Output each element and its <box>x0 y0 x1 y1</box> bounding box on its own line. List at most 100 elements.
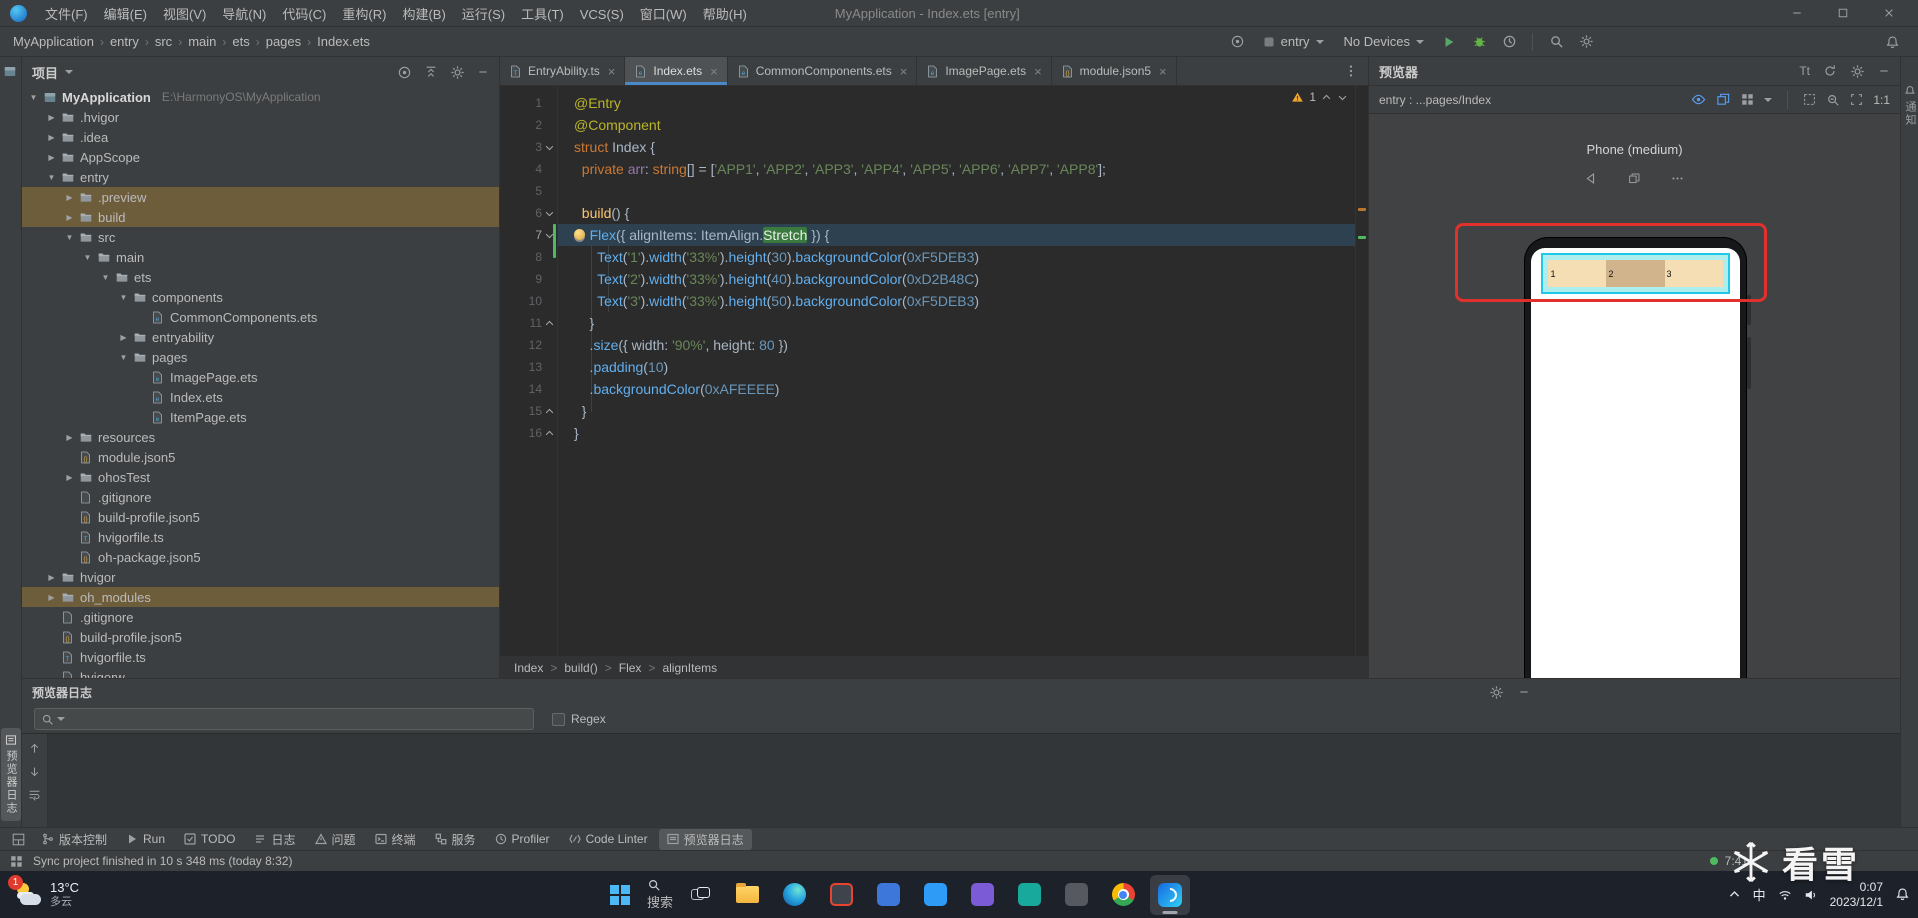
code-line-13[interactable]: .padding(10) <box>558 356 1368 378</box>
tree-expand-arrow[interactable]: ▼ <box>100 273 111 282</box>
taskbar-app-explorer[interactable] <box>727 875 767 915</box>
code-editor[interactable]: 1 2 3 4 5 6 7 8 9 10 11 12 13 14 15 16 @Entry @Component… <box>500 86 1368 656</box>
breadcrumb-item[interactable]: src <box>152 32 175 51</box>
code-line-16[interactable]: } <box>558 422 1368 444</box>
code-line-9[interactable]: Text('2').width('33%').height(40).backgr… <box>558 268 1368 290</box>
warning-stripe-mark[interactable] <box>1358 208 1366 211</box>
menu-item-6[interactable]: 构建(B) <box>394 3 453 26</box>
multi-device-icon[interactable] <box>1628 172 1641 185</box>
tree-item-module.json5[interactable]: {} module.json5 <box>22 447 499 467</box>
line-number[interactable]: 10 <box>514 294 542 308</box>
zoom-out-icon[interactable] <box>1826 93 1840 107</box>
menu-item-0[interactable]: 文件(F) <box>37 3 96 26</box>
tree-item-.gitignore[interactable]: .gitignore <box>22 487 499 507</box>
tree-item-ohosTest[interactable]: ▶ ohosTest <box>22 467 499 487</box>
toolwindow-button-TODO[interactable]: TODO <box>176 830 243 848</box>
menu-item-3[interactable]: 导航(N) <box>214 3 274 26</box>
code-line-10[interactable]: Text('3').width('33%').height(50).backgr… <box>558 290 1368 312</box>
line-number[interactable]: 16 <box>514 426 542 440</box>
log-search-input[interactable] <box>68 712 527 726</box>
scroll-down-icon[interactable] <box>28 765 41 778</box>
tab-options-icon[interactable] <box>1334 57 1368 85</box>
tree-expand-arrow[interactable]: ▼ <box>28 93 39 102</box>
tree-item-ImagePage.ets[interactable]: e ImagePage.ets <box>22 367 499 387</box>
notifications-icon[interactable] <box>1880 30 1904 54</box>
menu-item-9[interactable]: VCS(S) <box>572 3 632 26</box>
locate-file-icon[interactable] <box>397 65 412 80</box>
tree-expand-arrow[interactable]: ▶ <box>46 573 57 582</box>
close-button[interactable] <box>1866 0 1912 26</box>
taskbar-app-vscode[interactable] <box>915 875 955 915</box>
editor-tab-CommonComponents.ets[interactable]: e CommonComponents.ets × <box>728 57 918 85</box>
tree-expand-arrow[interactable]: ▼ <box>64 233 75 242</box>
line-number[interactable]: 9 <box>514 272 542 286</box>
taskbar-app-deveco[interactable] <box>1150 874 1191 915</box>
tree-item-main[interactable]: ▼ main <box>22 247 499 267</box>
code-line-7[interactable]: Flex({ alignItems: ItemAlign.Stretch }) … <box>558 224 1368 246</box>
taskbar-app-taskview[interactable] <box>680 875 720 915</box>
tree-item-oh_modules[interactable]: ▶ oh_modules <box>22 587 499 607</box>
taskbar-app-app3[interactable] <box>962 875 1002 915</box>
tab-close-icon[interactable]: × <box>1034 64 1042 79</box>
fold-marker-icon[interactable] <box>543 208 555 219</box>
tree-item-entryability[interactable]: ▶ entryability <box>22 327 499 347</box>
tree-item-resources[interactable]: ▶ resources <box>22 427 499 447</box>
line-number[interactable]: 7 <box>514 228 542 242</box>
tab-close-icon[interactable]: × <box>710 64 718 79</box>
change-stripe-mark[interactable] <box>1358 236 1366 239</box>
menu-item-8[interactable]: 工具(T) <box>513 3 572 26</box>
menu-item-5[interactable]: 重构(R) <box>334 3 394 26</box>
ime-indicator[interactable]: 中 <box>1753 885 1766 904</box>
fold-marker-icon[interactable] <box>543 406 555 417</box>
settings-icon[interactable] <box>1574 30 1598 54</box>
editor-breadcrumb-item[interactable]: alignItems <box>662 661 717 675</box>
log-output-area[interactable] <box>22 733 1900 827</box>
more-options-icon[interactable] <box>1671 172 1684 185</box>
line-number[interactable]: 8 <box>514 250 542 264</box>
code-line-4[interactable]: private arr: string[] = ['APP1', 'APP2',… <box>558 158 1368 180</box>
editor-breadcrumb-item[interactable]: build() <box>564 661 597 675</box>
tree-item-CommonComponents.ets[interactable]: e CommonComponents.ets <box>22 307 499 327</box>
taskbar-app-app1[interactable] <box>821 875 861 915</box>
line-number[interactable]: 2 <box>514 118 542 132</box>
prev-issue-icon[interactable] <box>1321 92 1332 103</box>
breadcrumb-item[interactable]: Index.ets <box>314 32 373 51</box>
soft-wrap-icon[interactable] <box>28 788 41 801</box>
code-line-15[interactable]: } <box>558 400 1368 422</box>
tab-close-icon[interactable]: × <box>608 64 616 79</box>
breadcrumb-item[interactable]: main <box>185 32 219 51</box>
code-line-11[interactable]: } <box>558 312 1368 334</box>
menu-item-11[interactable]: 帮助(H) <box>695 3 755 26</box>
minimize-button[interactable] <box>1774 0 1820 26</box>
module-selector[interactable]: entry <box>1256 32 1331 51</box>
toolwindow-switcher-icon[interactable] <box>6 833 31 846</box>
editor-breadcrumb-item[interactable]: Index <box>514 661 543 675</box>
breadcrumb-item[interactable]: MyApplication <box>10 32 97 51</box>
line-number[interactable]: 15 <box>514 404 542 418</box>
breadcrumb-item[interactable]: ets <box>229 32 252 51</box>
editor-tab-ImagePage.ets[interactable]: e ImagePage.ets × <box>917 57 1052 85</box>
status-grid-icon[interactable] <box>10 855 23 868</box>
zoom-level[interactable]: 1:1 <box>1873 93 1890 107</box>
editor-breadcrumb-item[interactable]: Flex <box>619 661 642 675</box>
tree-expand-arrow[interactable]: ▶ <box>46 593 57 602</box>
tree-expand-arrow[interactable]: ▶ <box>64 213 75 222</box>
tree-item-oh-package.json5[interactable]: {} oh-package.json5 <box>22 547 499 567</box>
maximize-button[interactable] <box>1820 0 1866 26</box>
menu-item-10[interactable]: 窗口(W) <box>632 3 695 26</box>
tree-item-hvigorfile.ts[interactable]: Thvigorfile.ts <box>22 647 499 667</box>
hide-previewer-icon[interactable] <box>1878 65 1890 77</box>
code-line-8[interactable]: Text('1').width('33%').height(30).backgr… <box>558 246 1368 268</box>
line-number[interactable]: 14 <box>514 382 542 396</box>
line-number[interactable]: 3 <box>514 140 542 154</box>
tree-expand-arrow[interactable]: ▶ <box>64 473 75 482</box>
editor-tab-Index.ets[interactable]: e Index.ets × <box>625 57 728 85</box>
menu-item-7[interactable]: 运行(S) <box>454 3 513 26</box>
tree-item-hvigorfile.ts[interactable]: Thvigorfile.ts <box>22 527 499 547</box>
toolwindow-button-问题[interactable]: 问题 <box>307 829 364 850</box>
collapse-all-icon[interactable] <box>424 65 438 79</box>
scroll-up-icon[interactable] <box>28 742 41 755</box>
inspector-eye-icon[interactable] <box>1691 92 1706 107</box>
taskbar-start-button[interactable] <box>600 875 640 915</box>
toolwindow-stripe-previewer-log[interactable]: 预览器日志 <box>1 728 21 821</box>
